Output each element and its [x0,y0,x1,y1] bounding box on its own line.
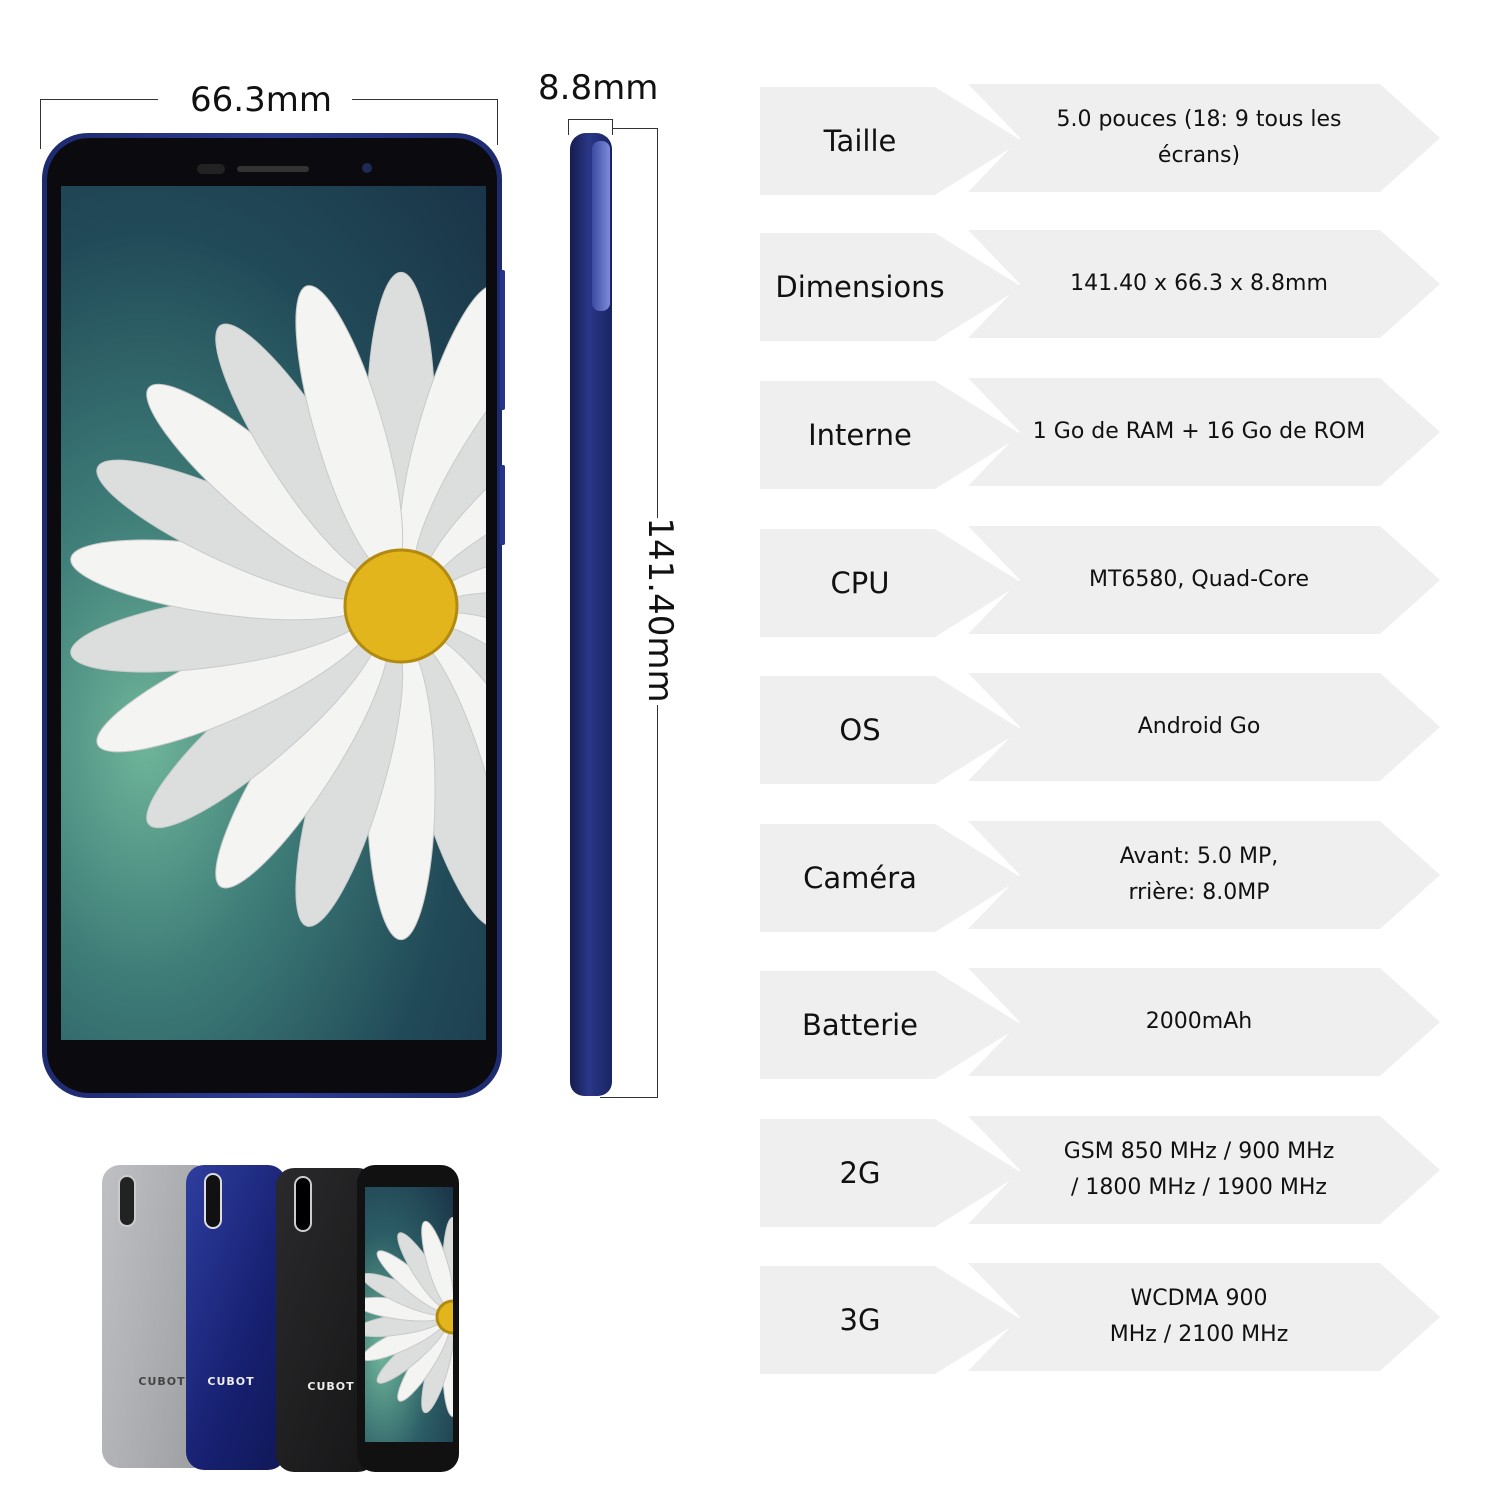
daisy-wallpaper [365,1216,453,1418]
earpiece [237,166,309,172]
rear-camera [118,1175,136,1227]
screen [61,186,497,1040]
spec-value: 2000mAh [968,968,1440,1076]
rear-camera-bump [592,141,610,311]
spec-row: Batterie 2000mAh [760,968,1440,1079]
phone-side-image [570,133,612,1096]
height-line-bottom [657,705,658,1097]
spec-value: Android Go [968,673,1440,781]
spec-row: 2G GSM 850 MHz / 900 MHz/ 1800 MHz / 1900… [760,1116,1440,1227]
spec-row: Interne 1 Go de RAM + 16 Go de ROM [760,378,1440,489]
width-tick-left [40,99,41,149]
spec-row: Dimensions 141.40 x 66.3 x 8.8mm [760,230,1440,341]
width-dimension-line-right [352,99,498,100]
spec-value-line: Avant: 5.0 MP, [1119,844,1279,869]
spec-value-line: MT6580, Quad-Core [1089,567,1309,592]
spec-value-line: rrière: 8.0MP [1128,880,1270,905]
daisy-wallpaper [70,271,497,941]
front-camera [362,163,372,173]
sensor [197,164,225,174]
spec-value-line: MHz / 2100 MHz [1109,1322,1289,1347]
phone-front-small [357,1165,459,1472]
rear-camera [204,1173,222,1229]
thickness-line [568,119,613,120]
rear-camera [294,1176,312,1232]
width-dimension-line-left [40,99,158,100]
spec-value: Avant: 5.0 MP, rrière: 8.0MP [968,821,1440,929]
spec-value-line: 2000mAh [1145,1009,1253,1034]
spec-row: Caméra Avant: 5.0 MP, rrière: 8.0MP [760,821,1440,932]
brand-logo: CUBOT [207,1375,255,1388]
width-label: 66.3mm [190,80,332,120]
spec-value-line: 141.40 x 66.3 x 8.8mm [1070,271,1328,296]
spec-value-line: 5.0 pouces (18: 9 tous les écrans) [1056,107,1342,168]
height-tick-top [612,128,658,129]
height-label: 141.40mm [640,517,680,703]
spec-value-line: Android Go [1137,714,1261,739]
spec-value-line: GSM 850 MHz / 900 MHz [1063,1139,1335,1164]
height-tick-bottom [600,1097,658,1098]
phone-back-blue: CUBOT [186,1165,286,1470]
spec-value: WCDMA 900 MHz / 2100 MHz [968,1263,1440,1371]
spec-row: OS Android Go [760,673,1440,784]
width-tick-right [497,99,498,145]
daisy-center [343,548,459,664]
spec-row: CPU MT6580, Quad-Core [760,526,1440,637]
spec-row: Taille 5.0 pouces (18: 9 tous les écrans) [760,84,1440,195]
screen [365,1187,453,1442]
spec-value: 5.0 pouces (18: 9 tous les écrans) [968,84,1440,192]
thickness-tick-left [568,119,569,135]
spec-row: 3G WCDMA 900 MHz / 2100 MHz [760,1263,1440,1374]
spec-value: MT6580, Quad-Core [968,526,1440,634]
thickness-label: 8.8mm [538,68,659,108]
spec-value: 141.40 x 66.3 x 8.8mm [968,230,1440,338]
spec-value: 1 Go de RAM + 16 Go de ROM [968,378,1440,486]
spec-value: GSM 850 MHz / 900 MHz / 1800 MHz / 1900 M… [968,1116,1440,1224]
spec-value-line: 1 Go de RAM + 16 Go de ROM [1032,419,1366,444]
side-button [500,465,505,545]
spec-value-line: / 1800 MHz / 1900 MHz [1071,1175,1327,1200]
spec-value-line: WCDMA 900 [1130,1286,1268,1311]
height-line-top [657,128,658,518]
phone-front-image [42,133,502,1098]
side-button [500,270,505,410]
thickness-tick-right [612,119,613,135]
